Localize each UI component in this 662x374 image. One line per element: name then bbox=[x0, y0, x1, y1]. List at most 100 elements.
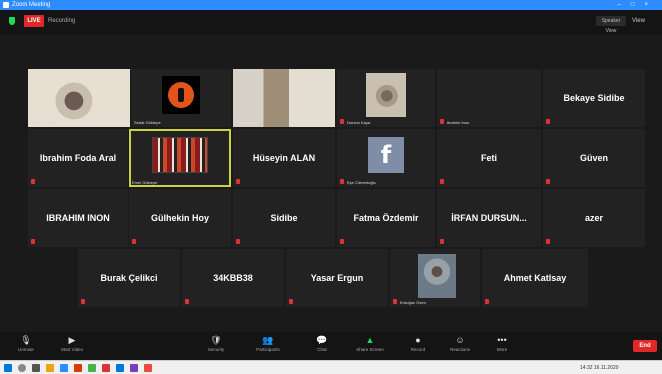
muted-mic-icon bbox=[440, 179, 444, 184]
app-icon[interactable] bbox=[102, 364, 110, 372]
muted-mic-icon bbox=[289, 299, 293, 304]
gallery-view: Ibrahim Foda Sedat Göktepe Ahmet Kaya Du… bbox=[0, 34, 662, 332]
participant-tile[interactable]: Erdoğan Özen bbox=[390, 249, 480, 307]
view-menu-button[interactable]: View bbox=[632, 16, 645, 26]
participant-name: Sidibe bbox=[270, 213, 298, 223]
chat-button[interactable]: 💬 Chat bbox=[302, 334, 342, 358]
facebook-avatar-icon: f bbox=[368, 137, 404, 174]
participant-tile[interactable]: Sedat Göktepe bbox=[131, 69, 231, 127]
participant-name: Hüseyin ALAN bbox=[252, 153, 316, 163]
microphone-icon: 🎙 bbox=[20, 335, 32, 345]
participant-tile[interactable]: Ibrahim Inon bbox=[437, 69, 541, 127]
participant-name: Ibrahim Inon bbox=[447, 120, 470, 125]
profile-picture bbox=[162, 76, 200, 115]
participant-name: Burak Çelikci bbox=[100, 273, 158, 283]
record-button[interactable]: ● Record bbox=[398, 334, 438, 358]
muted-mic-icon bbox=[440, 119, 444, 124]
participant-video bbox=[366, 73, 406, 118]
muted-mic-icon bbox=[236, 179, 240, 184]
participant-name: Feti bbox=[480, 153, 497, 163]
participant-tile[interactable]: f Eşe Cömertoğlu bbox=[337, 129, 435, 187]
participant-name: İRFAN DURSUN... bbox=[451, 213, 527, 223]
app-icon[interactable] bbox=[144, 364, 152, 372]
participant-tile[interactable]: Ibrahim Foda Aral bbox=[28, 129, 128, 187]
file-explorer-icon[interactable] bbox=[46, 364, 54, 372]
muted-mic-icon bbox=[546, 179, 550, 184]
zoom-app-icon bbox=[3, 2, 9, 8]
muted-mic-icon bbox=[546, 119, 550, 124]
participant-tile[interactable]: azer bbox=[543, 189, 645, 247]
participant-tile[interactable]: Dursun Kaya bbox=[337, 69, 435, 127]
camera-icon: ▶ bbox=[68, 335, 76, 345]
search-icon[interactable] bbox=[18, 364, 26, 372]
more-dots-icon: ••• bbox=[497, 335, 507, 345]
participant-tile[interactable]: 34KBB38 bbox=[182, 249, 284, 307]
participant-tile[interactable]: Gülhekin Hoy bbox=[129, 189, 231, 247]
reactions-icon: ☺ bbox=[455, 335, 465, 345]
participant-name: Fatma Özdemir bbox=[353, 213, 419, 223]
participant-tile[interactable]: İRFAN DURSUN... bbox=[437, 189, 541, 247]
participant-name: Yasar Ergun bbox=[310, 273, 364, 283]
participant-name: Güven bbox=[579, 153, 608, 163]
participant-tile[interactable]: Sidibe bbox=[233, 189, 335, 247]
participant-name: Erdoğan Özen bbox=[400, 300, 426, 305]
muted-mic-icon bbox=[340, 239, 344, 244]
app-icon[interactable] bbox=[130, 364, 138, 372]
muted-mic-icon bbox=[440, 239, 444, 244]
participant-tile[interactable]: Yasar Ergun bbox=[286, 249, 388, 307]
encryption-shield-icon[interactable] bbox=[9, 17, 15, 25]
participant-tile[interactable]: Ahmet Katlsay bbox=[482, 249, 588, 307]
live-badge[interactable]: LIVE bbox=[24, 15, 44, 27]
participant-tile[interactable]: Bekaye Sidibe bbox=[543, 69, 645, 127]
muted-mic-icon bbox=[31, 179, 35, 184]
participants-button[interactable]: 👥 Participants bbox=[248, 334, 288, 358]
participant-tile[interactable]: Hüseyin ALAN bbox=[233, 129, 335, 187]
speaker-view-chip[interactable]: Speaker View bbox=[596, 16, 626, 34]
muted-mic-icon bbox=[31, 239, 35, 244]
start-video-button[interactable]: ▶ Start Video bbox=[52, 334, 92, 358]
muted-mic-icon bbox=[81, 299, 85, 304]
participant-video bbox=[418, 254, 456, 298]
share-screen-icon: ▲ bbox=[365, 335, 375, 345]
participant-name: Eşe Cömertoğlu bbox=[347, 180, 376, 185]
participant-name: Sedat Göktepe bbox=[134, 120, 161, 125]
participants-icon: 👥 bbox=[262, 335, 274, 345]
zoom-taskbar-icon[interactable] bbox=[60, 364, 68, 372]
participant-name: Ibrahim Foda Aral bbox=[39, 153, 117, 163]
start-menu-icon[interactable] bbox=[4, 364, 12, 372]
task-view-icon[interactable] bbox=[32, 364, 40, 372]
share-screen-button[interactable]: ▲ Share Screen bbox=[350, 334, 390, 358]
participant-tile[interactable]: Fatma Özdemir bbox=[337, 189, 435, 247]
unmute-button[interactable]: 🎙 Unmute bbox=[6, 334, 46, 358]
window-controls[interactable]: –□× bbox=[618, 1, 658, 9]
edge-icon[interactable] bbox=[116, 364, 124, 372]
chrome-icon[interactable] bbox=[88, 364, 96, 372]
participant-tile[interactable]: Güven bbox=[543, 129, 645, 187]
participant-name: Ahmet Katlsay bbox=[503, 273, 567, 283]
participant-name: Bekaye Sidibe bbox=[563, 93, 625, 103]
security-button[interactable]: 🛡 Security bbox=[196, 334, 236, 358]
muted-mic-icon bbox=[236, 239, 240, 244]
windows-taskbar: 14:32 16.11.2020 bbox=[0, 360, 662, 374]
recording-label[interactable]: Recording bbox=[48, 16, 75, 26]
reactions-button[interactable]: ☺ Reactions bbox=[440, 334, 480, 358]
system-clock: 14:32 16.11.2020 bbox=[580, 365, 619, 371]
participant-name: Ahmet Kaya bbox=[236, 120, 258, 125]
end-meeting-button[interactable]: End bbox=[633, 340, 657, 352]
participant-name: 34KBB38 bbox=[213, 273, 253, 283]
participant-tile[interactable]: Ibrahim Foda bbox=[28, 69, 130, 127]
meeting-controls-toolbar: 🎙 Unmute ▶ Start Video 🛡 Security 👥 Part… bbox=[0, 332, 662, 360]
chat-icon: 💬 bbox=[316, 335, 328, 345]
muted-mic-icon bbox=[185, 299, 189, 304]
more-button[interactable]: ••• More bbox=[482, 334, 522, 358]
muted-mic-icon bbox=[340, 179, 344, 184]
muted-mic-icon bbox=[485, 299, 489, 304]
participant-tile-active-speaker[interactable]: Emel Göktepe bbox=[129, 129, 231, 187]
participant-name: Emel Göktepe bbox=[132, 180, 158, 185]
participant-tile[interactable]: IBRAHIM INON bbox=[28, 189, 128, 247]
participant-tile[interactable]: Feti bbox=[437, 129, 541, 187]
participant-tile[interactable]: Burak Çelikci bbox=[78, 249, 180, 307]
office-icon[interactable] bbox=[74, 364, 82, 372]
shield-icon: 🛡 bbox=[210, 335, 222, 345]
participant-tile[interactable]: Ahmet Kaya bbox=[233, 69, 335, 127]
